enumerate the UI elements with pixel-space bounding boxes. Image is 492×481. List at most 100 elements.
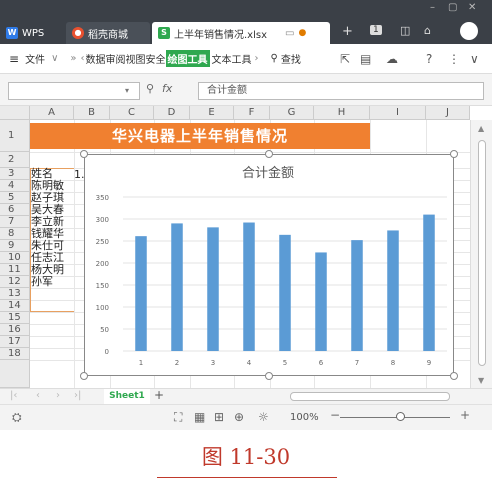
scroll-down-icon[interactable]: ▼	[478, 376, 484, 385]
cell-name[interactable]: 孙军	[31, 276, 71, 288]
menu-view[interactable]: 视图	[126, 51, 146, 66]
zoom-search-icon[interactable]: ⚲	[146, 82, 154, 95]
row-header-12[interactable]: 12	[0, 276, 30, 288]
row-header-17[interactable]: 17	[0, 336, 30, 348]
menu-data[interactable]: 数据	[86, 51, 106, 66]
col-header-f[interactable]: F	[234, 106, 270, 120]
tab-wps-home[interactable]: W WPS	[0, 22, 62, 44]
bar-chart[interactable]: 合计金额 0 50 100 150 200 250 300 350 1 2 3 4 5 6 7 8 9	[84, 154, 454, 376]
avatar[interactable]	[460, 22, 478, 40]
row-header-6[interactable]: 6	[0, 204, 30, 216]
row-header-15[interactable]: 15	[0, 312, 30, 324]
row-header-9[interactable]: 9	[0, 240, 30, 252]
last-sheet-icon[interactable]: ›|	[74, 390, 81, 401]
zoom-level[interactable]: 100%	[290, 412, 319, 423]
menu-security[interactable]: 安全	[146, 51, 166, 66]
col-header-h[interactable]: H	[314, 106, 370, 120]
search-icon[interactable]: ⚲	[268, 53, 281, 64]
menu-search[interactable]: 查找	[281, 51, 301, 66]
share-icon[interactable]: ⇱	[340, 52, 350, 66]
fullscreen-icon[interactable]: ⛶	[174, 410, 182, 425]
resize-handle[interactable]	[265, 372, 273, 380]
cloud-icon[interactable]: ◫	[400, 24, 410, 37]
row-header-4[interactable]: 4	[0, 180, 30, 192]
zoom-out-button[interactable]: −	[330, 408, 340, 422]
col-header-a[interactable]: A	[30, 106, 74, 120]
prev-sheet-icon[interactable]: ‹	[36, 390, 40, 401]
scroll-up-icon[interactable]: ▲	[478, 124, 484, 133]
select-all-corner[interactable]	[0, 106, 30, 120]
row-header-3[interactable]: 3	[0, 168, 30, 180]
row-header-8[interactable]: 8	[0, 228, 30, 240]
name-box-dropdown-icon[interactable]: ▾	[125, 86, 129, 95]
reading-mode-icon[interactable]: ⊕	[234, 410, 244, 424]
vertical-scroll-thumb[interactable]	[478, 140, 486, 366]
col-header-g[interactable]: G	[270, 106, 314, 120]
maximize-icon[interactable]: ▢	[448, 2, 457, 13]
resize-handle[interactable]	[80, 372, 88, 380]
row-header-2[interactable]: 2	[0, 152, 30, 168]
zoom-slider[interactable]	[340, 417, 450, 418]
menu-text-tools[interactable]: 文本工具	[210, 51, 254, 66]
col-header-d[interactable]: D	[154, 106, 190, 120]
row-header-14[interactable]: 14	[0, 300, 30, 312]
next-sheet-icon[interactable]: ›	[56, 390, 60, 401]
tab-count-badge[interactable]: 1	[370, 25, 382, 35]
cloud-sync-icon[interactable]: ☁	[386, 52, 398, 66]
x-tick-label: 8	[391, 359, 395, 367]
sheet-tab-sheet1[interactable]: Sheet1	[104, 389, 150, 404]
tab-store[interactable]: ● 稻壳商城	[66, 22, 150, 44]
minimize-icon[interactable]: –	[430, 2, 435, 13]
vertical-scrollbar[interactable]: ▲ ▼	[470, 120, 492, 388]
macro-icon[interactable]: ⛭	[12, 410, 22, 425]
resize-handle[interactable]	[265, 150, 273, 158]
menu-hamburger-icon[interactable]: ≡	[6, 52, 22, 66]
x-tick-label: 4	[247, 359, 252, 367]
more-icon[interactable]: ⋮	[448, 52, 460, 66]
chart-bar	[171, 223, 183, 351]
row-header-11[interactable]: 11	[0, 264, 30, 276]
menu-scroll-right-icon[interactable]: ›	[254, 53, 260, 64]
row-header-1[interactable]: 1	[0, 120, 30, 152]
collapse-ribbon-icon[interactable]: ∨	[470, 52, 479, 66]
col-header-j[interactable]: J	[426, 106, 470, 120]
menu-more-chevron-icon[interactable]: »	[67, 53, 79, 64]
help-icon[interactable]: ?	[426, 52, 432, 66]
page-break-view-icon[interactable]: ⊞	[214, 410, 224, 424]
row-header-13[interactable]: 13	[0, 288, 30, 300]
horizontal-scrollbar[interactable]	[290, 392, 450, 401]
close-icon[interactable]: ✕	[468, 2, 476, 13]
tab-window-icon[interactable]: ▭	[285, 28, 294, 39]
menu-drawing-tools[interactable]: 绘图工具	[165, 50, 210, 67]
formula-input[interactable]: 合计金额	[198, 82, 484, 100]
col-header-c[interactable]: C	[110, 106, 154, 120]
name-box[interactable]: ▾	[8, 82, 140, 100]
col-header-i[interactable]: I	[370, 106, 426, 120]
tab-file[interactable]: S 上半年销售情况.xlsx ▭ ●	[152, 22, 330, 44]
row-header-16[interactable]: 16	[0, 324, 30, 336]
sheet-title-cell[interactable]: 华兴电器上半年销售情况	[30, 123, 370, 149]
normal-view-icon[interactable]: ▦	[194, 410, 205, 424]
col-header-e[interactable]: E	[190, 106, 234, 120]
resize-handle[interactable]	[450, 372, 458, 380]
row-header-18[interactable]: 18	[0, 348, 30, 360]
cell-b3[interactable]: 1.	[74, 168, 85, 181]
zoom-in-button[interactable]: +	[460, 408, 470, 422]
resize-handle[interactable]	[80, 150, 88, 158]
row-header-10[interactable]: 10	[0, 252, 30, 264]
fx-icon[interactable]: fx	[162, 82, 172, 95]
menu-file[interactable]: 文件	[22, 51, 48, 66]
new-tab-button[interactable]: +	[342, 24, 353, 39]
zoom-slider-knob[interactable]	[396, 412, 405, 421]
row-header-7[interactable]: 7	[0, 216, 30, 228]
menu-file-chevron-icon[interactable]: ∨	[48, 53, 61, 64]
menu-review[interactable]: 审阅	[106, 51, 126, 66]
eye-protection-icon[interactable]: ☼	[258, 410, 269, 424]
skin-icon[interactable]: ⌂	[424, 24, 431, 37]
col-header-b[interactable]: B	[74, 106, 110, 120]
row-header-5[interactable]: 5	[0, 192, 30, 204]
resize-handle[interactable]	[450, 150, 458, 158]
first-sheet-icon[interactable]: |‹	[10, 390, 17, 401]
comment-icon[interactable]: ▤	[360, 52, 371, 66]
add-sheet-button[interactable]: +	[154, 388, 164, 402]
